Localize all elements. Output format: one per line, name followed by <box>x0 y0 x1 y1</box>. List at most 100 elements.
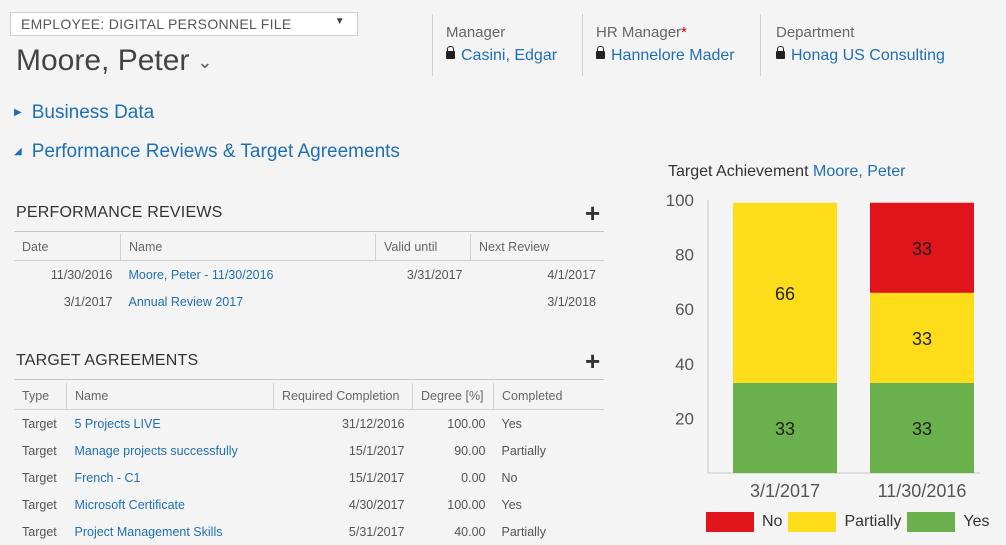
header-divider <box>760 14 761 76</box>
target-degree: 90.00 <box>454 443 486 458</box>
column-header[interactable]: Date <box>14 234 121 261</box>
y-tick-label: 60 <box>675 300 694 319</box>
form-selector[interactable]: EMPLOYEE: DIGITAL PERSONNEL FILE ▼ <box>10 12 358 36</box>
y-tick-label: 100 <box>666 191 694 210</box>
review-next-review: 4/1/2017 <box>547 267 596 282</box>
add-performance-review-button[interactable]: + <box>585 200 600 226</box>
section-performance[interactable]: ◢ Performance Reviews & Target Agreements <box>14 141 400 163</box>
column-header[interactable]: Required Completion <box>273 383 413 410</box>
table-row[interactable]: 11/30/2016 Moore, Peter - 11/30/2016 3/3… <box>14 261 604 289</box>
field-label: Manager <box>446 24 506 41</box>
department-link[interactable]: Honag US Consulting <box>791 47 945 64</box>
legend-item-no[interactable]: No <box>706 512 782 532</box>
bar-data-label: 33 <box>912 329 932 349</box>
manager-link[interactable]: Casini, Edgar <box>461 47 557 64</box>
caret-right-icon: ▶ <box>14 107 22 119</box>
table-row[interactable]: 3/1/2017 Annual Review 2017 3/1/2018 <box>14 288 604 315</box>
header-field-department: Department Honag US Consulting <box>776 24 945 65</box>
review-next-review: 3/1/2018 <box>547 294 596 309</box>
review-valid-until: 3/31/2017 <box>406 267 463 282</box>
chart-title: Target Achievement Moore, Peter <box>668 163 905 181</box>
table-row[interactable]: Target French - C1 15/1/2017 0.00 No <box>14 464 604 491</box>
lock-icon <box>596 45 605 59</box>
y-tick-label: 80 <box>675 246 694 265</box>
header-divider <box>432 14 433 76</box>
review-name-link[interactable]: Annual Review 2017 <box>121 288 376 315</box>
review-date: 3/1/2017 <box>63 294 113 309</box>
section-business-data[interactable]: ▶ Business Data <box>14 102 154 124</box>
legend-swatch <box>788 512 837 532</box>
target-type: Target <box>22 497 57 512</box>
target-achievement-chart: 20 40 60 80 100 33 66 3/1/2017 33 33 33 11/30/2016 <box>666 191 980 501</box>
target-type: Target <box>22 443 57 458</box>
add-target-agreement-button[interactable]: + <box>585 348 600 374</box>
x-tick-label: 3/1/2017 <box>750 481 820 501</box>
target-required-completion: 15/1/2017 <box>348 443 405 458</box>
review-name-link[interactable]: Moore, Peter - 11/30/2016 <box>121 261 376 289</box>
chevron-down-icon[interactable]: ⌄ <box>197 52 212 72</box>
target-degree: 100.00 <box>447 497 486 512</box>
target-name-link[interactable]: 5 Projects LIVE <box>67 410 274 438</box>
caret-down-icon: ◢ <box>14 146 22 158</box>
table-row[interactable]: Target 5 Projects LIVE 31/12/2016 100.00… <box>14 410 604 438</box>
column-header[interactable]: Name <box>66 383 274 410</box>
lock-icon <box>776 45 785 59</box>
target-name-link[interactable]: Project Management Skills <box>67 518 274 545</box>
required-indicator: * <box>681 24 687 41</box>
record-title[interactable]: Moore, Peter ⌄ <box>16 44 213 78</box>
column-header[interactable]: Type <box>14 383 67 410</box>
divider <box>14 231 604 232</box>
section-label: Business Data <box>31 102 155 123</box>
bar-data-label: 33 <box>912 419 932 439</box>
column-header[interactable]: Name <box>120 234 376 261</box>
table-header-row: Type Name Required Completion Degree [%]… <box>14 383 604 410</box>
record-name: Moore, Peter <box>16 44 190 77</box>
chevron-down-icon[interactable]: ▼ <box>335 16 345 27</box>
target-completed: Yes <box>501 416 522 431</box>
target-name-link[interactable]: Microsoft Certificate <box>67 491 274 518</box>
table-row[interactable]: Target Manage projects successfully 15/1… <box>14 437 604 464</box>
column-header[interactable]: Valid until <box>375 234 471 261</box>
bar-data-label: 33 <box>775 419 795 439</box>
table-header-row: Date Name Valid until Next Review <box>14 234 604 261</box>
review-date: 11/30/2016 <box>50 267 113 282</box>
y-tick-label: 40 <box>675 355 694 374</box>
chart-title-name[interactable]: Moore, Peter <box>813 163 905 180</box>
target-required-completion: 31/12/2016 <box>341 416 405 431</box>
target-degree: 100.00 <box>447 416 486 431</box>
target-type: Target <box>22 524 57 539</box>
column-header[interactable]: Degree [%] <box>412 383 494 410</box>
legend-item-partially[interactable]: Partially <box>788 512 901 532</box>
performance-reviews-table: Date Name Valid until Next Review 11/30/… <box>14 234 604 315</box>
chart-title-prefix: Target Achievement <box>668 163 809 180</box>
performance-reviews-heading: PERFORMANCE REVIEWS <box>16 204 223 221</box>
target-completed: Partially <box>501 524 546 539</box>
hr-manager-link[interactable]: Hannelore Mader <box>611 47 735 64</box>
header-field-hr-manager: HR Manager* Hannelore Mader <box>596 24 735 65</box>
header-field-manager: Manager Casini, Edgar <box>446 24 557 65</box>
review-valid-until <box>376 288 471 315</box>
target-completed: No <box>501 470 518 485</box>
x-tick-label: 11/30/2016 <box>878 481 967 501</box>
target-completed: Partially <box>501 443 546 458</box>
target-required-completion: 4/30/2017 <box>348 497 405 512</box>
legend-item-yes[interactable]: Yes <box>907 512 989 532</box>
column-header[interactable]: Completed <box>493 383 604 410</box>
column-header[interactable]: Next Review <box>470 234 604 261</box>
target-completed: Yes <box>501 497 522 512</box>
target-name-link[interactable]: Manage projects successfully <box>67 437 274 464</box>
legend-swatch <box>907 512 956 532</box>
legend-swatch <box>706 512 754 532</box>
section-label: Performance Reviews & Target Agreements <box>31 141 400 162</box>
target-degree: 40.00 <box>454 524 486 539</box>
bar-data-label: 33 <box>912 239 932 259</box>
target-degree: 0.00 <box>461 470 486 485</box>
target-agreements-heading: TARGET AGREEMENTS <box>16 352 199 369</box>
target-name-link[interactable]: French - C1 <box>67 464 274 491</box>
header-divider <box>582 14 583 76</box>
table-row[interactable]: Target Project Management Skills 5/31/20… <box>14 518 604 545</box>
lock-icon <box>446 45 455 59</box>
field-label: HR Manager <box>596 24 682 41</box>
table-row[interactable]: Target Microsoft Certificate 4/30/2017 1… <box>14 491 604 518</box>
form-selector-label: EMPLOYEE: DIGITAL PERSONNEL FILE <box>21 16 292 32</box>
